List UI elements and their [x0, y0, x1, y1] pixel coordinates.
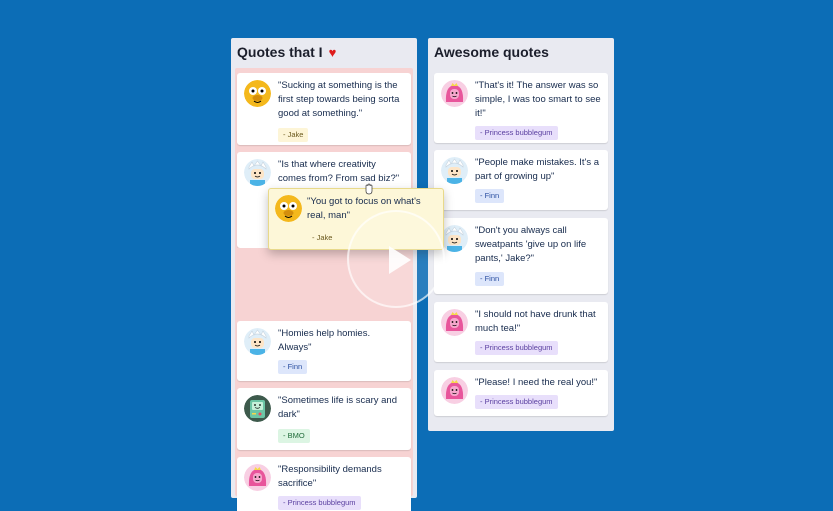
author-badge: - Princess bubblegum — [475, 341, 558, 355]
author-badge: - Princess bubblegum — [475, 395, 558, 409]
quote-text: "Please! I need the real you!" — [475, 377, 598, 388]
quote-text: "Sometimes life is scary and dark" — [278, 395, 397, 420]
quote-card[interactable]: "Responsibility demands sacrifice" - Pri… — [237, 457, 411, 511]
column-title: Quotes that I ♥ — [237, 44, 336, 60]
author-badge: - Jake — [278, 128, 309, 142]
author-badge: - Finn — [475, 189, 505, 203]
author-badge: - Princess bubblegum — [278, 496, 361, 510]
quote-text: "Sucking at something is the first step … — [278, 80, 400, 119]
quote-card[interactable]: "Homies help homies. Always" - Finn — [237, 321, 411, 381]
princess-bubblegum-avatar — [441, 80, 468, 107]
column-title: Awesome quotes — [434, 44, 549, 60]
finn-avatar — [441, 157, 468, 184]
quote-card[interactable]: "People make mistakes. It's a part of gr… — [434, 150, 608, 210]
play-button[interactable] — [347, 210, 445, 308]
grab-cursor-icon — [365, 183, 373, 195]
bmo-avatar — [244, 395, 271, 422]
author-badge: - Finn — [475, 272, 505, 286]
finn-avatar — [244, 328, 271, 355]
column-title-text: Quotes that I — [237, 44, 323, 60]
jake-avatar — [244, 80, 271, 107]
quote-card[interactable]: "That's it! The answer was so simple, I … — [434, 73, 608, 143]
quote-text: "Homies help homies. Always" — [278, 328, 371, 353]
heart-icon: ♥ — [328, 44, 337, 60]
quote-list: "That's it! The answer was so simple, I … — [432, 68, 610, 429]
quote-text: "People make mistakes. It's a part of gr… — [475, 157, 599, 182]
play-icon — [389, 246, 411, 274]
finn-avatar — [244, 159, 271, 186]
column-awesome-quotes: Awesome quotes "That's it! The answer wa… — [428, 38, 614, 431]
princess-bubblegum-avatar — [441, 309, 468, 336]
quote-card[interactable]: "Sometimes life is scary and dark" - BMO — [237, 388, 411, 450]
princess-bubblegum-avatar — [244, 464, 271, 491]
quote-card[interactable]: "Sucking at something is the first step … — [237, 73, 411, 145]
author-badge: - Princess bubblegum — [475, 126, 558, 140]
quote-text: "That's it! The answer was so simple, I … — [475, 80, 601, 119]
quote-card[interactable]: "Please! I need the real you!" - Princes… — [434, 370, 608, 416]
princess-bubblegum-avatar — [441, 377, 468, 404]
jake-avatar — [275, 195, 302, 222]
quote-text: "Is that where creativity comes from? Fr… — [278, 159, 400, 184]
column-title-text: Awesome quotes — [434, 44, 549, 60]
quote-text: "Don't you always call sweatpants 'give … — [475, 225, 587, 264]
author-badge: - Jake — [312, 233, 333, 242]
quote-text: "I should not have drunk that much tea!" — [475, 309, 596, 334]
quote-card[interactable]: "Don't you always call sweatpants 'give … — [434, 218, 608, 294]
author-badge: - BMO — [278, 429, 310, 443]
finn-avatar — [441, 225, 468, 252]
quote-text: "Responsibility demands sacrifice" — [278, 464, 382, 489]
author-badge: - Finn — [278, 360, 308, 374]
quote-card[interactable]: "I should not have drunk that much tea!"… — [434, 302, 608, 362]
